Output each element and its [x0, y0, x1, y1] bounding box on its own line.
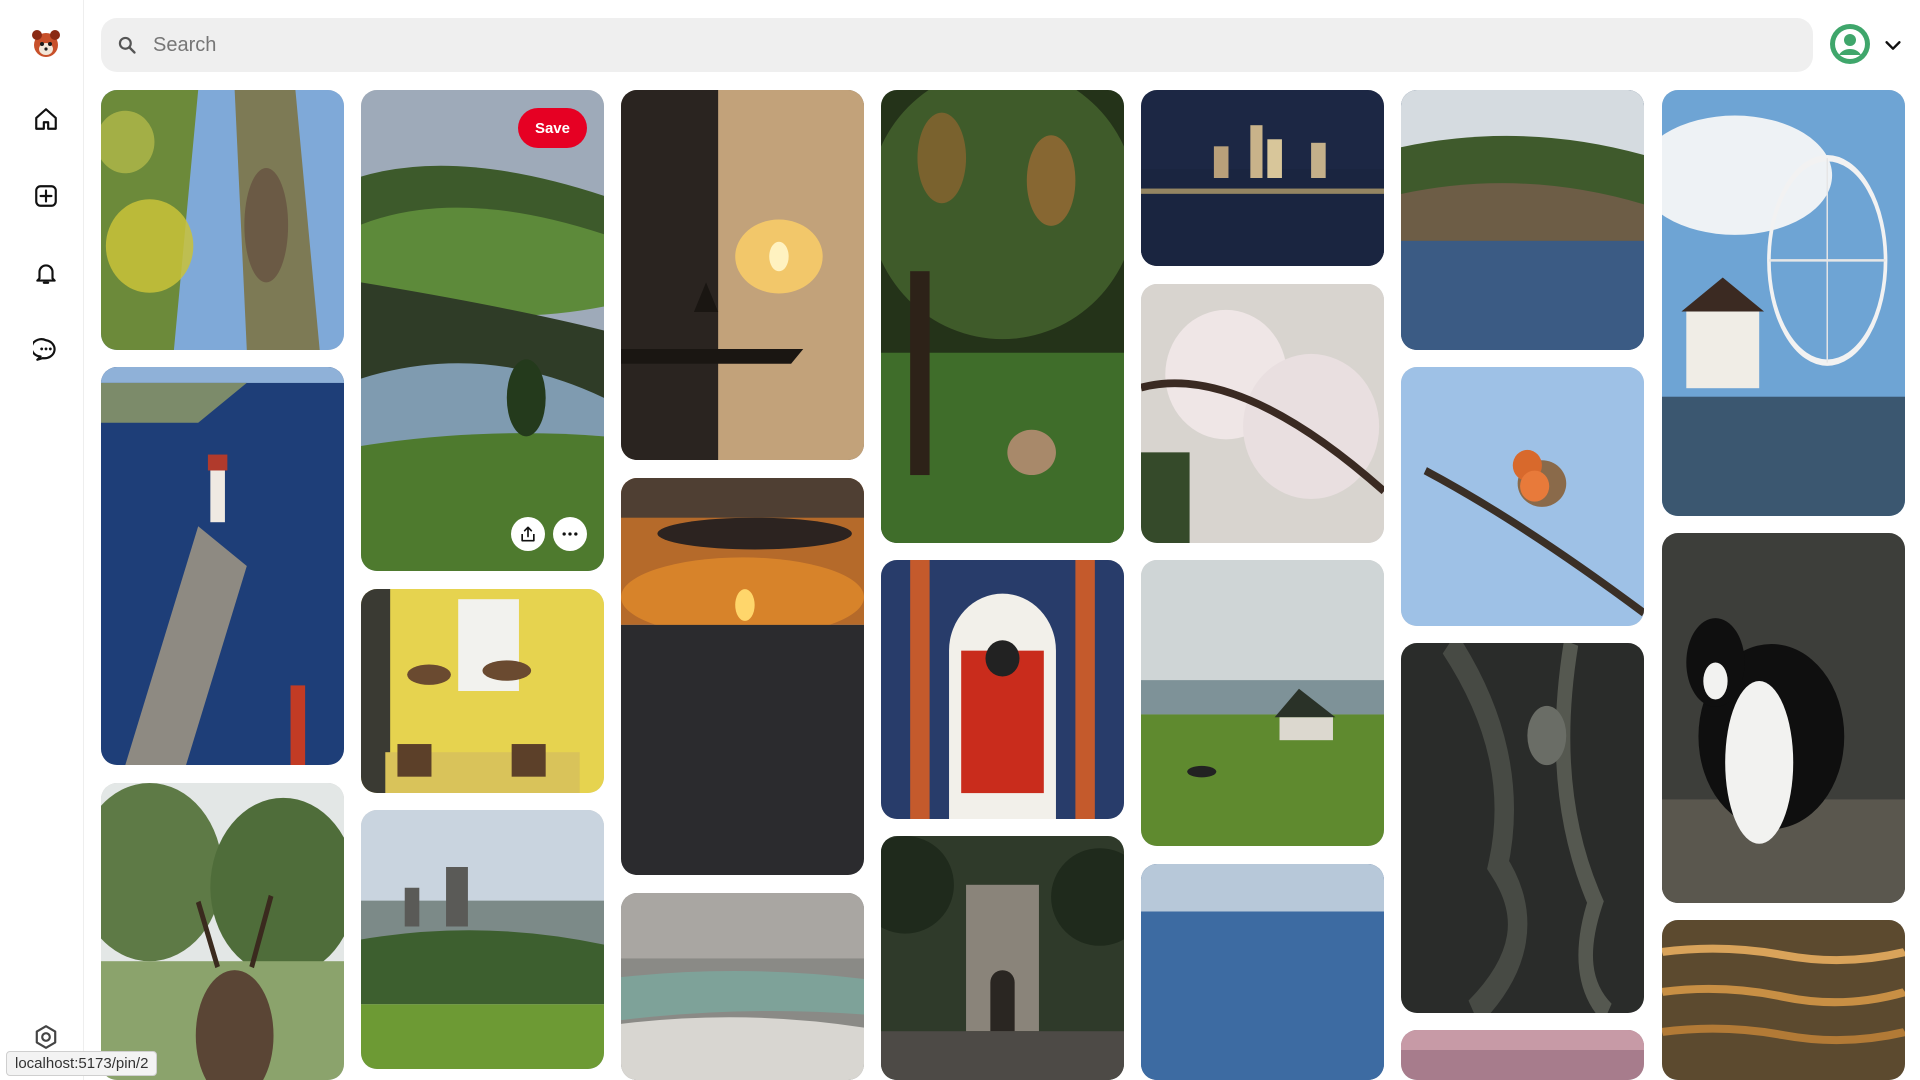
pin-image [621, 893, 864, 1080]
pin-card[interactable] [1401, 643, 1644, 1013]
plus-square-icon [35, 185, 57, 207]
pin-card[interactable] [881, 836, 1124, 1080]
search-input[interactable] [151, 32, 1755, 58]
pin-card[interactable] [1401, 367, 1644, 626]
pin-image [361, 810, 604, 1069]
pin-card[interactable] [101, 367, 344, 765]
pin-card[interactable] [1662, 533, 1905, 903]
status-url: localhost:5173/pin/2 [6, 1051, 158, 1076]
search-icon [117, 34, 139, 56]
pin-card[interactable] [361, 589, 604, 793]
pin-image [621, 90, 864, 460]
pin-image [1141, 90, 1384, 266]
save-button[interactable]: Save [517, 108, 587, 148]
pin-card[interactable] [1141, 560, 1384, 846]
pin-image [1662, 920, 1905, 1080]
pin-card[interactable]: Save [361, 90, 604, 571]
user-avatar-icon[interactable] [1830, 24, 1870, 64]
pin-image [101, 367, 344, 765]
pin-image [881, 560, 1124, 819]
pin-card[interactable] [881, 560, 1124, 819]
pin-image [361, 589, 604, 793]
pin-card[interactable] [361, 810, 604, 1069]
pin-image [621, 478, 864, 875]
pin-image [101, 783, 344, 1080]
pin-image [1141, 560, 1384, 846]
pin-image [101, 90, 344, 350]
pin-image [361, 90, 604, 571]
bell-icon [36, 264, 56, 284]
pin-image [881, 90, 1124, 543]
share-icon [521, 526, 535, 542]
more-button[interactable] [553, 517, 587, 551]
pin-image [1401, 90, 1644, 350]
pin-card[interactable] [1662, 90, 1905, 516]
pin-card[interactable] [621, 893, 864, 1080]
pin-image [1401, 643, 1644, 1013]
red-panda-logo-icon[interactable] [30, 28, 62, 60]
pin-image [1141, 284, 1384, 543]
gear-icon [35, 1025, 57, 1049]
pin-image [1401, 1030, 1644, 1080]
pin-card[interactable] [1141, 864, 1384, 1080]
pin-image [881, 836, 1124, 1080]
pin-card[interactable] [1662, 920, 1905, 1080]
pin-card[interactable] [1401, 90, 1644, 350]
chat-bubble-icon [33, 338, 56, 361]
home-icon [35, 108, 57, 130]
pin-card[interactable] [1401, 1030, 1644, 1080]
sidebar [0, 0, 84, 1080]
more-icon [562, 532, 578, 536]
sidebar-item-create[interactable] [26, 176, 66, 216]
pin-card[interactable] [1141, 284, 1384, 543]
pin-image [1141, 864, 1384, 1080]
sidebar-item-notifications[interactable] [26, 253, 66, 293]
sidebar-item-messages[interactable] [26, 330, 66, 370]
sidebar-item-home[interactable] [26, 99, 66, 139]
pin-card[interactable] [621, 478, 864, 875]
pin-card[interactable] [1141, 90, 1384, 266]
share-button[interactable] [511, 517, 545, 551]
pin-image [1662, 90, 1905, 516]
chevron-down-icon[interactable] [1882, 34, 1904, 56]
pin-card[interactable] [101, 90, 344, 350]
pin-card[interactable] [881, 90, 1124, 543]
pin-image [1401, 367, 1644, 626]
pin-card[interactable] [101, 783, 344, 1080]
pin-card[interactable] [621, 90, 864, 460]
pin-image [1662, 533, 1905, 903]
search-bar[interactable] [101, 18, 1813, 72]
